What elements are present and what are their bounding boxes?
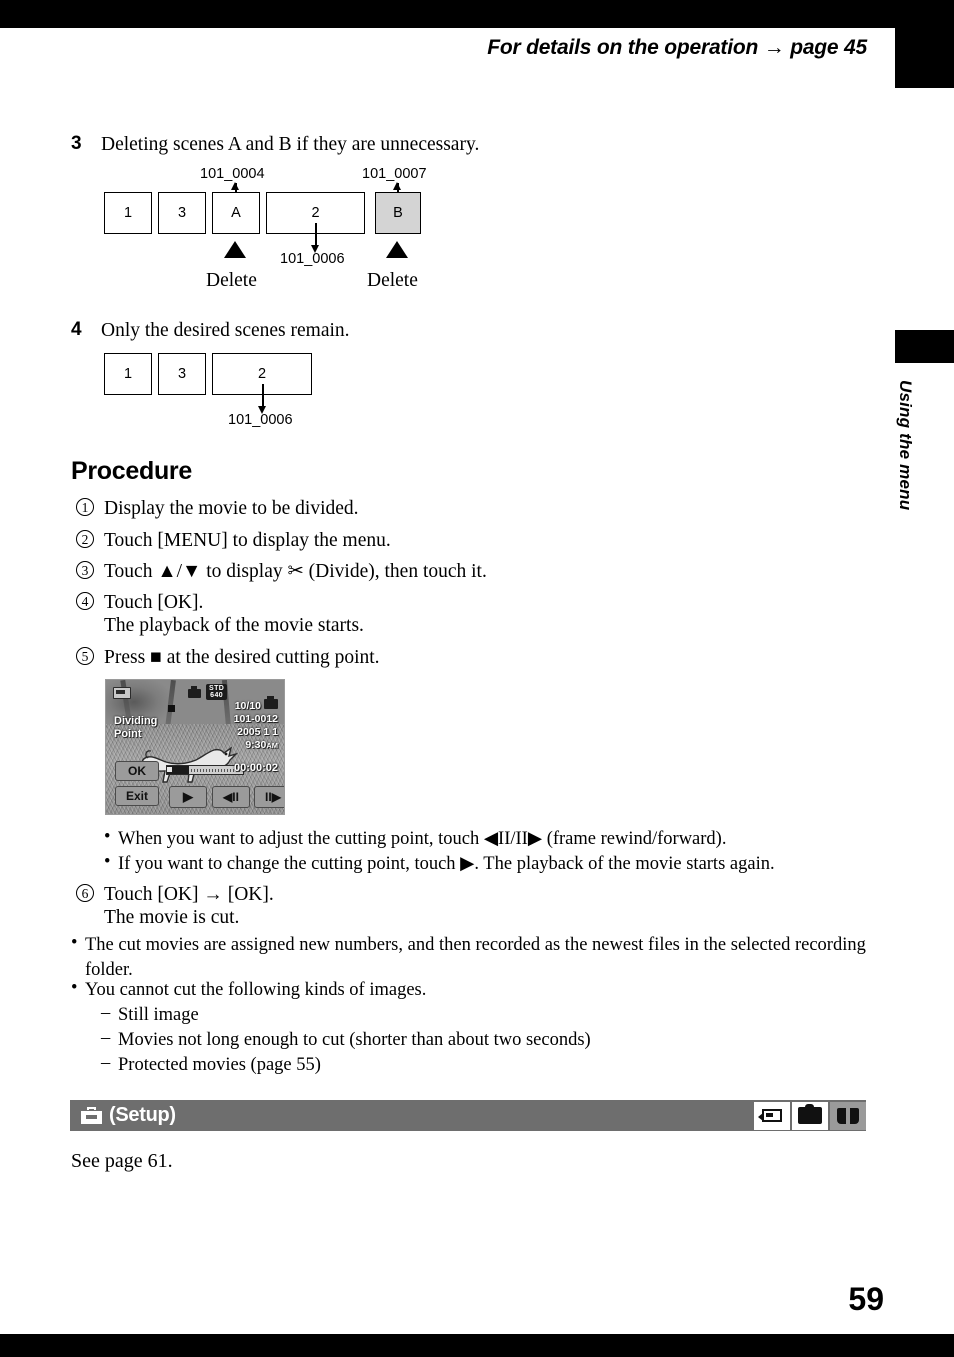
step-3-number: 3 — [71, 133, 82, 154]
bullet-marker: • — [71, 933, 78, 953]
procedure-step-1: Display the movie to be divided. — [104, 498, 359, 519]
lcd-play-button[interactable]: ▶ — [169, 786, 207, 808]
procedure-step-marker-3: 3 — [76, 561, 94, 579]
file-label-101_0006: 101_0006 — [280, 251, 345, 267]
lcd-ok-button[interactable]: OK — [115, 761, 159, 781]
mode-icon-group — [752, 1100, 866, 1131]
procedure-heading: Procedure — [71, 457, 192, 485]
file-label-101_0007: 101_0007 — [362, 166, 427, 182]
scene-box: 1 — [104, 192, 152, 234]
see-page-text: See page 61. — [71, 1150, 173, 1172]
procedure-step-marker-1: 1 — [76, 498, 94, 516]
procedure-step-4-sub: The playback of the movie starts. — [104, 615, 364, 636]
procedure-step-marker-2: 2 — [76, 530, 94, 548]
procedure-step-3: Touch ▲/▼ to display ✂ (Divide), then to… — [104, 561, 487, 582]
toolbox-icon — [81, 1107, 102, 1124]
lcd-frame-rewind-button[interactable]: ◀II — [212, 786, 250, 808]
dash-marker: – — [101, 1003, 111, 1023]
bullet-marker: • — [104, 827, 111, 847]
procedure-step-marker-5: 5 — [76, 647, 94, 665]
delete-arrow-b — [386, 241, 408, 258]
leader-arrow-b — [393, 182, 401, 190]
procedure-step-marker-6: 6 — [76, 884, 94, 902]
delete-caption-b: Delete — [367, 270, 418, 291]
movie-mode-icon[interactable] — [754, 1101, 790, 1130]
setup-section-band: (Setup) — [70, 1100, 866, 1131]
procedure-step-2: Touch [MENU] to display the menu. — [104, 530, 391, 551]
note-2: You cannot cut the following kinds of im… — [85, 980, 427, 1000]
file-label-101_0006-b: 101_0006 — [228, 412, 293, 428]
leader-line-2 — [315, 223, 317, 247]
procedure-step-6-sub: The movie is cut. — [104, 907, 240, 928]
top-black-band — [0, 0, 954, 28]
dividing-point-overlay: Dividing Point — [114, 715, 157, 741]
bottom-black-band — [0, 1334, 954, 1357]
dash-marker: – — [101, 1053, 111, 1073]
progress-fill — [167, 766, 189, 774]
side-chapter-tab — [895, 330, 954, 363]
scene-box: A — [212, 192, 260, 234]
scene-box: 3 — [158, 192, 206, 234]
file-label-101_0004: 101_0004 — [200, 166, 265, 182]
dividing-point-line2: Point — [114, 728, 142, 740]
sub-note-3: Protected movies (page 55) — [118, 1055, 321, 1075]
scene-box: 1 — [104, 353, 152, 395]
note-1: The cut movies are assigned new numbers,… — [85, 935, 866, 980]
elapsed-time: 00:00:02 — [233, 762, 278, 774]
dash-marker: – — [101, 1028, 111, 1048]
movie-file-icon — [188, 686, 201, 698]
capture-date: 2005 1 1 — [237, 726, 278, 738]
procedure-step-5: Press ■ at the desired cutting point. — [104, 647, 380, 668]
stop-marker-icon — [168, 705, 175, 712]
leader-arrow-a — [231, 182, 239, 190]
image-counter: 10/10 — [234, 700, 261, 712]
lcd-frame-forward-button[interactable]: II▶ — [254, 786, 284, 808]
scene-box-shaded: B — [375, 192, 421, 234]
sub-note-1: Still image — [118, 1005, 199, 1025]
quality-badge: STD 640 — [206, 684, 228, 700]
camera-mode-icon[interactable] — [792, 1101, 828, 1130]
quality-size-label: 640 — [210, 692, 224, 699]
quality-mode-label: STD — [209, 685, 225, 692]
capture-ampm: AM — [266, 741, 278, 750]
bullet-marker: • — [71, 978, 78, 998]
lcd-screen-illustration: STD 640 Dividing Point 10/10 101-0012 20… — [105, 679, 285, 815]
page-number: 59 — [848, 1281, 884, 1317]
delete-arrow-a — [224, 241, 246, 258]
step-4-number: 4 — [71, 319, 82, 340]
header-corner-tab — [895, 28, 954, 88]
capture-time: 9:30 — [245, 739, 267, 751]
running-head: For details on the operation → page 45 — [487, 36, 867, 59]
scene-box: 3 — [158, 353, 206, 395]
playback-progress-bar[interactable] — [166, 765, 244, 775]
bullet-marker: • — [104, 852, 111, 872]
procedure-step-marker-4: 4 — [76, 592, 94, 610]
leader-line-2b — [262, 384, 264, 408]
lcd-exit-button[interactable]: Exit — [115, 786, 159, 806]
setup-label: (Setup) — [109, 1104, 176, 1126]
side-chapter-label: Using the menu — [896, 380, 915, 511]
screen-note-2: If you want to change the cutting point,… — [118, 854, 775, 874]
memory-card-icon — [113, 687, 131, 699]
delete-caption-a: Delete — [206, 270, 257, 291]
step-3-text: Deleting scenes A and B if they are unne… — [101, 134, 480, 155]
step-4-text: Only the desired scenes remain. — [101, 320, 350, 341]
file-number: 101-0012 — [233, 713, 278, 725]
playback-mode-icon[interactable] — [830, 1101, 866, 1130]
dividing-point-line1: Dividing — [114, 715, 158, 727]
sub-note-2: Movies not long enough to cut (shorter t… — [118, 1030, 591, 1050]
lcd-metadata: 10/10 101-0012 2005 1 1 9:30AM — [234, 700, 278, 752]
screen-note-1: When you want to adjust the cutting poin… — [118, 829, 727, 849]
